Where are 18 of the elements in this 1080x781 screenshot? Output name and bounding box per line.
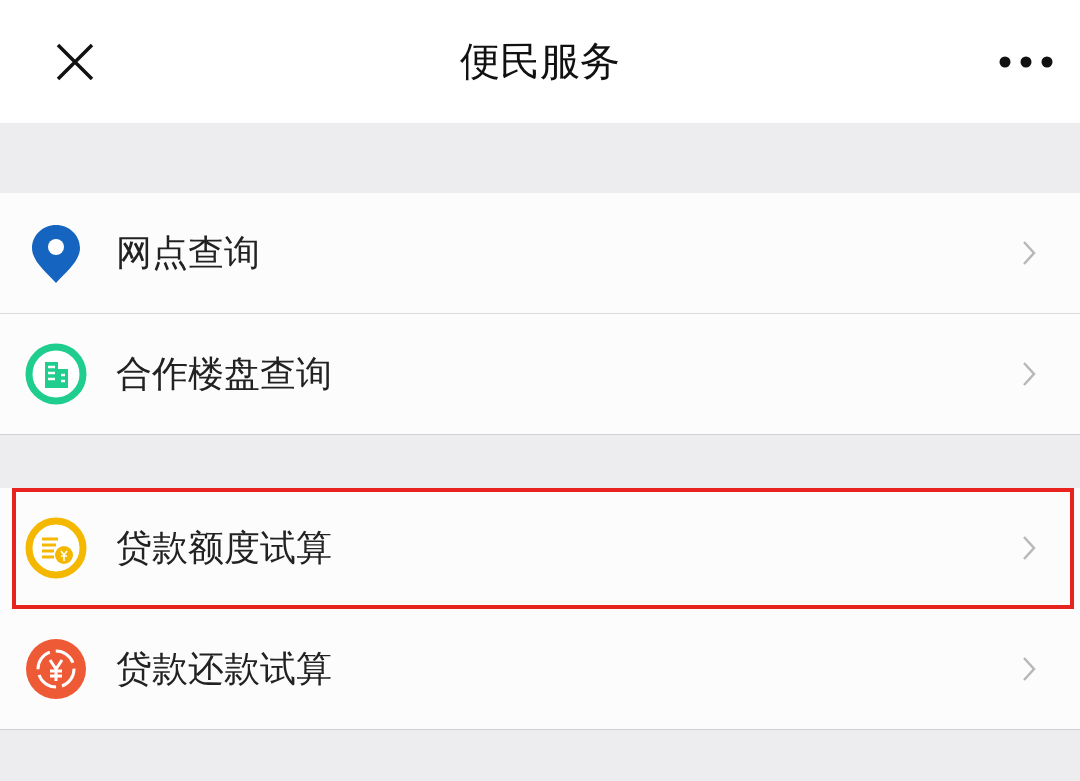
more-icon[interactable]: [998, 54, 1054, 69]
yen-exchange-icon: [24, 637, 88, 701]
chevron-right-icon: [1022, 535, 1036, 561]
menu-item[interactable]: 贷款还款试算: [0, 609, 1080, 730]
chevron-right-icon: [1022, 656, 1036, 682]
close-icon[interactable]: [55, 41, 95, 82]
page-title: 便民服务: [460, 37, 620, 86]
chevron-right-icon: [1022, 361, 1036, 387]
menu-item[interactable]: 网点查询: [0, 193, 1080, 314]
coins-icon: [24, 516, 88, 580]
menu-item[interactable]: 合作楼盘查询: [0, 314, 1080, 435]
menu-item-label: 网点查询: [116, 230, 261, 275]
chevron-right-icon: [1022, 240, 1036, 266]
menu-item-label: 贷款额度试算: [116, 525, 333, 570]
menu-item-label: 合作楼盘查询: [116, 351, 333, 396]
menu-item[interactable]: 贷款额度试算: [12, 488, 1074, 609]
menu-item-label: 贷款还款试算: [116, 646, 333, 691]
building-icon: [24, 342, 88, 406]
